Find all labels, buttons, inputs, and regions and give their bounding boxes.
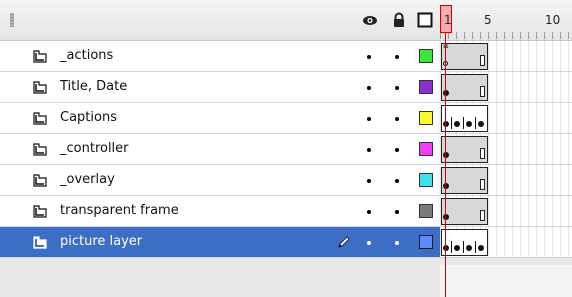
- timeline-empty-area: [440, 265, 572, 297]
- layer-icon: [33, 174, 47, 187]
- outline-color-swatch[interactable]: [419, 173, 433, 187]
- visibility-toggle[interactable]: [367, 117, 371, 121]
- keyframe-separator: [451, 241, 452, 253]
- keyframe[interactable]: [443, 183, 449, 189]
- span-end-marker: [480, 179, 485, 190]
- keyframe[interactable]: [466, 245, 472, 251]
- keyframe[interactable]: [454, 245, 460, 251]
- span-end-marker: [480, 148, 485, 159]
- playhead-line: [445, 33, 446, 297]
- keyframe[interactable]: [443, 90, 449, 96]
- keyframe[interactable]: [466, 121, 472, 127]
- outline-color-swatch[interactable]: [419, 111, 433, 125]
- keyframe[interactable]: [478, 121, 484, 127]
- frame-number-5: 5: [484, 13, 492, 27]
- frame-span[interactable]: [441, 105, 488, 132]
- keyframe-separator: [475, 241, 476, 253]
- span-end-marker: [480, 86, 485, 97]
- layer-name[interactable]: Title, Date: [60, 79, 127, 94]
- span-end-marker: [480, 210, 485, 221]
- layer-name[interactable]: Captions: [60, 110, 117, 125]
- timeline-header: 1 5 10: [0, 0, 572, 41]
- layer-icon: [33, 112, 47, 125]
- layer-icon: [33, 143, 47, 156]
- layer-row-controller[interactable]: _controller: [0, 134, 572, 165]
- layer-row-captions[interactable]: Captions: [0, 103, 572, 134]
- frame-number-1: 1: [444, 13, 452, 27]
- keyframe[interactable]: [443, 245, 449, 251]
- span-end-marker: [480, 55, 485, 66]
- layer-row-transparent-frame[interactable]: transparent frame: [0, 196, 572, 227]
- lock-toggle[interactable]: [395, 179, 399, 183]
- keyframe-separator: [463, 117, 464, 129]
- visibility-toggle[interactable]: [367, 148, 371, 152]
- eye-icon[interactable]: [362, 12, 378, 28]
- layer-name[interactable]: transparent frame: [60, 203, 179, 218]
- pencil-icon: [338, 236, 350, 248]
- layer-name[interactable]: _overlay: [60, 172, 115, 187]
- lock-toggle[interactable]: [395, 86, 399, 90]
- layer-row-overlay[interactable]: _overlay: [0, 165, 572, 196]
- visibility-toggle[interactable]: [367, 179, 371, 183]
- keyframe-separator: [451, 117, 452, 129]
- lock-icon[interactable]: [391, 12, 407, 28]
- outline-icon[interactable]: [417, 12, 433, 28]
- lock-toggle[interactable]: [395, 210, 399, 214]
- lock-toggle[interactable]: [395, 55, 399, 59]
- keyframe[interactable]: [443, 214, 449, 220]
- layer-row-title-date[interactable]: Title, Date: [0, 72, 572, 103]
- keyframe[interactable]: [443, 152, 449, 158]
- lock-toggle[interactable]: [395, 117, 399, 121]
- layer-icon: [33, 205, 47, 218]
- visibility-toggle[interactable]: [367, 55, 371, 59]
- outline-color-swatch[interactable]: [419, 235, 433, 249]
- keyframe-separator: [475, 117, 476, 129]
- visibility-toggle[interactable]: [367, 210, 371, 214]
- layer-name[interactable]: picture layer: [60, 234, 142, 249]
- frame-number-10: 10: [545, 13, 561, 27]
- frame-ruler[interactable]: [440, 32, 572, 39]
- outline-color-swatch[interactable]: [419, 49, 433, 63]
- layer-name[interactable]: _controller: [60, 141, 129, 156]
- outline-color-swatch[interactable]: [419, 204, 433, 218]
- panel-grip-handle[interactable]: [10, 13, 14, 27]
- outline-color-swatch[interactable]: [419, 80, 433, 94]
- lock-toggle[interactable]: [395, 241, 399, 245]
- layer-name[interactable]: _actions: [60, 48, 113, 63]
- keyframe-separator: [463, 241, 464, 253]
- visibility-toggle[interactable]: [367, 241, 371, 245]
- keyframe[interactable]: [443, 121, 449, 127]
- layer-icon: [33, 81, 47, 94]
- keyframe[interactable]: [454, 121, 460, 127]
- layer-list: _actions a Title, Date: [0, 41, 572, 258]
- layer-row-picture-layer[interactable]: picture layer: [0, 227, 572, 258]
- layer-icon: [33, 50, 47, 63]
- layer-row-actions[interactable]: _actions a: [0, 41, 572, 72]
- keyframe[interactable]: [478, 245, 484, 251]
- lock-toggle[interactable]: [395, 148, 399, 152]
- outline-color-swatch[interactable]: [419, 142, 433, 156]
- visibility-toggle[interactable]: [367, 86, 371, 90]
- timeline-panel: 1 5 10 _actions a Titl: [0, 0, 572, 297]
- layer-icon: [33, 236, 47, 249]
- frame-span[interactable]: [441, 229, 488, 256]
